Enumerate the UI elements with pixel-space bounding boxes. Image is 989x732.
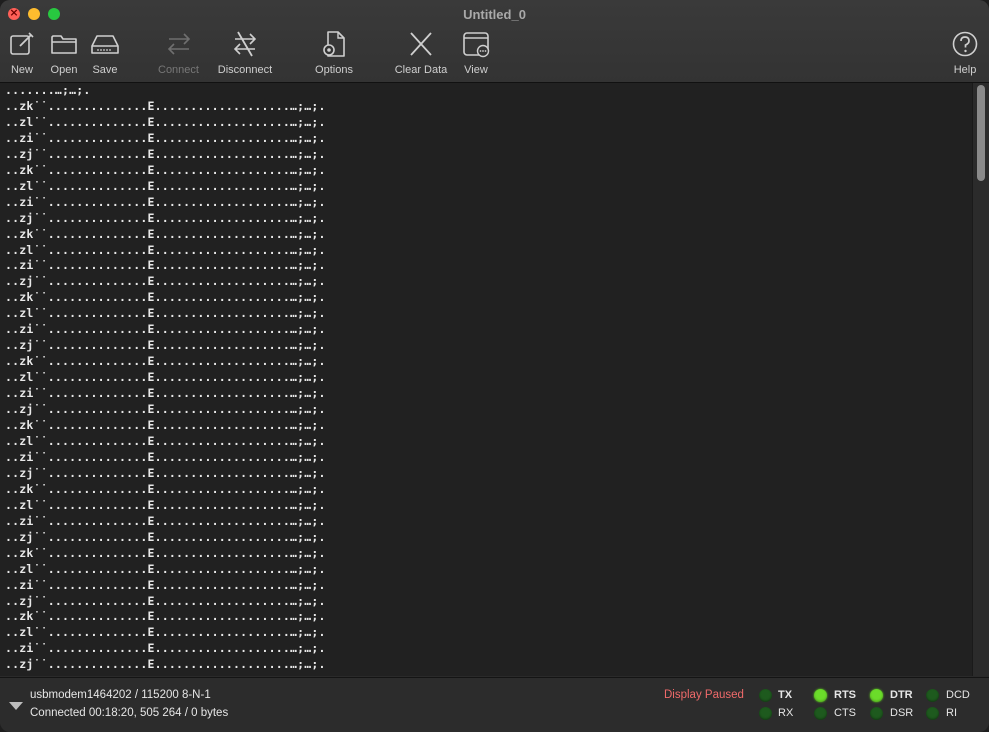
ri-label: RI <box>946 707 957 719</box>
terminal-line: ..zj˙˙..............E...................… <box>5 465 326 480</box>
help-question-icon <box>952 31 978 57</box>
terminal-output[interactable]: .......…;…;. ..zk˙˙..............E.......… <box>0 83 972 676</box>
save-button[interactable]: Save <box>90 30 120 78</box>
terminal-line: ..zk˙˙..............E...................… <box>5 481 326 496</box>
dtr-label: DTR <box>890 689 913 701</box>
help-label: Help <box>953 64 977 76</box>
terminal-line: ..zj˙˙..............E...................… <box>5 657 326 672</box>
terminal-line: ..zl˙˙..............E...................… <box>5 433 326 448</box>
terminal-line: ..zi˙˙..............E...................… <box>5 322 326 337</box>
new-label: New <box>10 64 33 76</box>
rts-label: RTS <box>834 689 856 701</box>
window-view-icon <box>463 32 490 58</box>
help-button[interactable]: Help <box>950 30 980 78</box>
terminal-line: .......…;…;. <box>5 83 91 97</box>
app-window: × Untitled_0 New Open Save Connect Disco… <box>0 0 989 732</box>
terminal-line: ..zi˙˙..............E...................… <box>5 449 326 464</box>
ri-led <box>926 707 939 720</box>
clear-data-button[interactable]: Clear Data <box>393 30 449 78</box>
terminal-line: ..zj˙˙..............E...................… <box>5 274 326 289</box>
terminal-line: ..zj˙˙..............E...................… <box>5 593 326 608</box>
terminal-line: ..zk˙˙..............E...................… <box>5 545 326 560</box>
dcd-led <box>926 689 939 702</box>
terminal-line: ..zi˙˙..............E...................… <box>5 130 326 145</box>
terminal-line: ..zk˙˙..............E...................… <box>5 226 326 241</box>
display-paused-indicator: Display Paused <box>664 689 744 701</box>
terminal-line: ..zl˙˙..............E...................… <box>5 561 326 576</box>
view-label: View <box>464 64 488 76</box>
terminal-line: ..zi˙˙..............E...................… <box>5 194 326 209</box>
terminal-line: ..zi˙˙..............E...................… <box>5 386 326 401</box>
terminal-line: ..zl˙˙..............E...................… <box>5 242 326 257</box>
terminal-line: ..zk˙˙..............E...................… <box>5 609 326 624</box>
rts-led[interactable] <box>814 689 827 702</box>
disconnect-arrows-icon <box>233 31 257 57</box>
clear-data-label: Clear Data <box>394 64 448 76</box>
terminal-line: ..zk˙˙..............E...................… <box>5 98 326 113</box>
terminal-line: ..zj˙˙..............E...................… <box>5 338 326 353</box>
vertical-scrollbar[interactable] <box>972 83 989 676</box>
title-bar: × Untitled_0 New Open Save Connect Disco… <box>0 0 989 83</box>
new-document-icon <box>10 32 34 55</box>
open-button[interactable]: Open <box>50 30 78 78</box>
tx-label: TX <box>778 689 793 701</box>
terminal-line: ..zl˙˙..............E...................… <box>5 625 326 640</box>
clear-x-icon <box>410 32 432 56</box>
connect-arrows-icon <box>167 33 190 55</box>
terminal-text: .......…;…;. ..zk˙˙..............E.......… <box>5 83 326 673</box>
folder-icon <box>51 35 77 54</box>
disclosure-triangle-icon[interactable] <box>9 702 23 710</box>
terminal-line: ..zj˙˙..............E...................… <box>5 529 326 544</box>
options-label: Options <box>315 64 353 76</box>
terminal-line: ..zk˙˙..............E...................… <box>5 418 326 433</box>
terminal-line: ..zi˙˙..............E...................… <box>5 577 326 592</box>
terminal-line: ..zk˙˙..............E...................… <box>5 354 326 369</box>
status-bar: usbmodem1464202 / 115200 8-N-1 Connected… <box>0 677 989 732</box>
rx-label: RX <box>778 707 794 719</box>
terminal-line: ..zk˙˙..............E...................… <box>5 162 326 177</box>
connect-button[interactable]: Connect <box>156 30 201 78</box>
terminal-line: ..zl˙˙..............E...................… <box>5 370 326 385</box>
terminal-line: ..zl˙˙..............E...................… <box>5 114 326 129</box>
disconnect-label: Disconnect <box>217 64 273 76</box>
document-gear-icon <box>323 31 345 57</box>
terminal-line: ..zj˙˙..............E...................… <box>5 146 326 161</box>
dtr-led[interactable] <box>870 689 883 702</box>
disconnect-button[interactable]: Disconnect <box>215 30 275 78</box>
terminal-line: ..zj˙˙..............E...................… <box>5 210 326 225</box>
new-button[interactable]: New <box>8 30 36 78</box>
view-button[interactable]: View <box>461 30 491 78</box>
terminal-line: ..zl˙˙..............E...................… <box>5 497 326 512</box>
terminal-line: ..zj˙˙..............E...................… <box>5 402 326 417</box>
terminal-line: ..zl˙˙..............E...................… <box>5 306 326 321</box>
window-title: Untitled_0 <box>463 7 526 22</box>
dcd-label: DCD <box>946 689 970 701</box>
dsr-led <box>870 707 883 720</box>
terminal-line: ..zk˙˙..............E...................… <box>5 290 326 305</box>
scrollbar-thumb[interactable] <box>977 85 985 181</box>
tx-led <box>759 689 772 702</box>
cts-label: CTS <box>834 707 856 719</box>
open-label: Open <box>50 64 78 76</box>
options-button[interactable]: Options <box>313 30 355 78</box>
disk-drive-icon <box>91 35 119 54</box>
dsr-label: DSR <box>890 707 914 719</box>
connect-label: Connect <box>158 64 199 76</box>
port-settings-text: usbmodem1464202 / 115200 8-N-1 <box>30 689 211 701</box>
save-label: Save <box>92 64 118 76</box>
terminal-line: ..zi˙˙..............E...................… <box>5 258 326 273</box>
terminal-line: ..zl˙˙..............E...................… <box>5 178 326 193</box>
terminal-line: ..zi˙˙..............E...................… <box>5 641 326 656</box>
rx-led <box>759 707 772 720</box>
terminal-line: ..zi˙˙..............E...................… <box>5 513 326 528</box>
connection-status-text: Connected 00:18:20, 505 264 / 0 bytes <box>30 707 229 719</box>
cts-led <box>814 707 827 720</box>
